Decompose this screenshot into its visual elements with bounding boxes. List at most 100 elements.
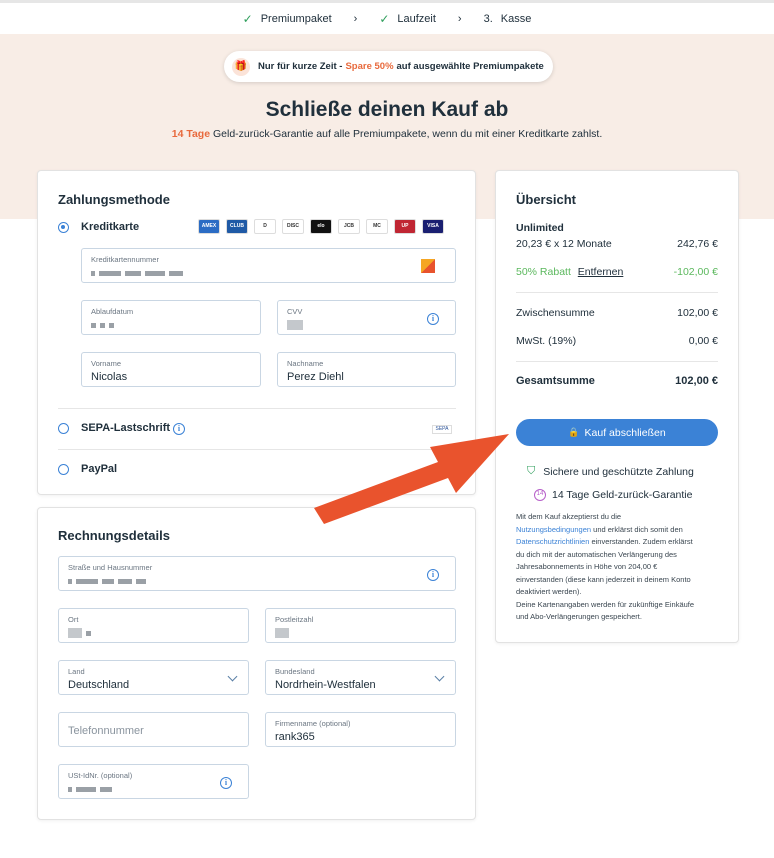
divider xyxy=(58,449,456,450)
info-icon[interactable]: i xyxy=(220,777,232,789)
field-placeholder: Telefonnummer xyxy=(68,725,144,737)
discount-text: 50% Rabatt xyxy=(516,266,571,278)
lock-icon: 🔒 xyxy=(568,427,580,437)
page-subtitle: 14 Tage Geld-zurück-Garantie auf alle Pr… xyxy=(0,128,774,140)
field-label: Kreditkartennummer xyxy=(91,255,159,264)
field-value: Nordrhein-Westfalen xyxy=(275,679,376,691)
legal-line: Jahresabonnements in Höhe von 204,00 € xyxy=(516,562,658,571)
page-title: Schließe deinen Kauf ab xyxy=(265,98,509,121)
radio-sepa[interactable] xyxy=(58,423,69,434)
field-label: Bundesland xyxy=(275,667,315,676)
secure-payment-text: Sichere und geschützte Zahlung xyxy=(543,465,694,478)
overview-title: Übersicht xyxy=(516,192,576,207)
sepa-logo-icon: SEPA xyxy=(432,425,452,434)
guarantee-badge-icon: 14 xyxy=(534,489,546,501)
field-value: Perez Diehl xyxy=(287,371,344,383)
radio-kreditkarte[interactable] xyxy=(58,222,69,233)
divider xyxy=(58,408,456,409)
checkout-button[interactable]: 🔒 Kauf abschließen xyxy=(516,419,718,446)
field-label: Land xyxy=(68,667,85,676)
info-icon[interactable]: i xyxy=(427,313,439,325)
expiry-field[interactable]: Ablaufdatum xyxy=(81,300,261,335)
secure-payment: ⛉ Sichere und geschützte Zahlung xyxy=(527,465,694,478)
total-label: Gesamtsumme xyxy=(516,375,595,387)
masked-value xyxy=(287,319,307,331)
field-label: Firmenname (optional) xyxy=(275,719,351,728)
cvv-field[interactable]: CVV i xyxy=(277,300,456,335)
visa-icon: VISA xyxy=(422,219,444,234)
diners-icon: CLUB xyxy=(226,219,248,234)
mastercard-icon: MC xyxy=(366,219,388,234)
masked-value xyxy=(275,627,293,639)
method-label-sepa: SEPA-Lastschrift xyxy=(81,422,171,434)
diners-alt-icon: D xyxy=(254,219,276,234)
card-brand-icons: AMEX CLUB D DISC elo JCB MC UP VISA xyxy=(198,219,444,234)
step-premiumpaket[interactable]: ✓ Premiumpaket xyxy=(243,12,332,26)
subtitle-highlight: 14 Tage xyxy=(171,128,211,140)
state-select[interactable]: Bundesland Nordrhein-Westfalen xyxy=(265,660,456,695)
field-label: USt-IdNr. (optional) xyxy=(68,771,133,780)
info-icon[interactable]: i xyxy=(427,569,439,581)
legal-line: Nutzungsbedingungen und erklärst dich so… xyxy=(516,524,726,537)
masked-value xyxy=(68,575,150,587)
company-field[interactable]: Firmenname (optional) rank365 xyxy=(265,712,456,747)
subtotal-label: Zwischensumme xyxy=(516,307,595,319)
field-label: CVV xyxy=(287,307,303,316)
billing-details-title: Rechnungsdetails xyxy=(58,528,170,543)
step-laufzeit[interactable]: ✓ Laufzeit xyxy=(379,12,436,26)
plan-price-label: 20,23 € x 12 Monate xyxy=(516,238,612,250)
legal-line: Deine Kartenangaben werden für zukünftig… xyxy=(516,599,695,609)
zip-field[interactable]: Postleitzahl xyxy=(265,608,456,643)
phone-field[interactable]: Telefonnummer xyxy=(58,712,249,747)
legal-text-part: einverstanden. Zudem erklärst xyxy=(591,537,693,546)
radio-paypal[interactable] xyxy=(58,464,69,475)
field-label: Ort xyxy=(68,615,79,624)
guarantee-text: 14 Tage Geld-zurück-Garantie xyxy=(552,489,693,501)
discover-icon: DISC xyxy=(282,219,304,234)
jcb-icon: JCB xyxy=(338,219,360,234)
city-field[interactable]: Ort xyxy=(58,608,249,643)
remove-discount-link[interactable]: Entfernen xyxy=(578,266,624,278)
field-label: Straße und Hausnummer xyxy=(68,563,153,572)
chevron-right-icon: › xyxy=(353,12,358,25)
checkout-button-label: Kauf abschließen xyxy=(584,426,666,439)
legal-line: Datenschutzrichtlinien einverstanden. Zu… xyxy=(516,536,726,549)
field-label: Vorname xyxy=(91,359,122,368)
first-name-field[interactable]: Vorname Nicolas xyxy=(81,352,261,387)
country-select[interactable]: Land Deutschland xyxy=(58,660,249,695)
promo-highlight: Spare 50% xyxy=(345,61,394,72)
gift-icon: 🎁 xyxy=(232,57,250,76)
legal-line: Mit dem Kauf akzeptierst du die xyxy=(516,512,622,521)
legal-text: Mit dem Kauf akzeptierst du die Nutzungs… xyxy=(516,511,726,624)
subtotal-value: 102,00 € xyxy=(677,307,718,319)
terms-link[interactable]: Nutzungsbedingungen xyxy=(516,525,591,534)
chevron-right-icon: › xyxy=(457,12,462,25)
step-label: Kasse xyxy=(500,12,532,25)
privacy-link[interactable]: Datenschutzrichtlinien xyxy=(516,537,589,546)
plan-price: 242,76 € xyxy=(677,238,718,250)
amex-icon: AMEX xyxy=(198,219,220,234)
divider xyxy=(516,361,718,362)
street-field[interactable]: Straße und Hausnummer i xyxy=(58,556,456,591)
payment-method-title: Zahlungsmethode xyxy=(58,192,170,207)
legal-line: du dich mit der automatischen Verlängeru… xyxy=(516,549,677,559)
tax-label: MwSt. (19%) xyxy=(516,335,577,347)
elo-icon: elo xyxy=(310,219,332,234)
vat-field[interactable]: USt-IdNr. (optional) i xyxy=(58,764,249,799)
legal-line: einverstanden (diese kann jederzeit in d… xyxy=(516,574,691,584)
checkout-steps: ✓ Premiumpaket › ✓ Laufzeit › 3. Kasse xyxy=(0,0,774,34)
info-icon[interactable]: i xyxy=(173,423,185,435)
step-label: Premiumpaket xyxy=(260,12,332,25)
legal-text-part: und erklärst dich somit den xyxy=(593,524,683,534)
plan-name: Unlimited xyxy=(516,222,564,234)
promo-prefix: Nur für kurze Zeit - xyxy=(258,61,343,72)
shield-check-icon: ⛉ xyxy=(527,465,536,477)
card-number-field[interactable]: Kreditkartennummer xyxy=(81,248,456,283)
masked-value xyxy=(91,319,118,331)
last-name-field[interactable]: Nachname Perez Diehl xyxy=(277,352,456,387)
discount-label: 50% Rabatt Entfernen xyxy=(516,266,623,278)
check-icon: ✓ xyxy=(379,11,390,26)
chevron-down-icon xyxy=(227,671,238,682)
promo-suffix: auf ausgewählte Premiumpakete xyxy=(396,61,544,72)
field-label: Nachname xyxy=(287,359,324,368)
